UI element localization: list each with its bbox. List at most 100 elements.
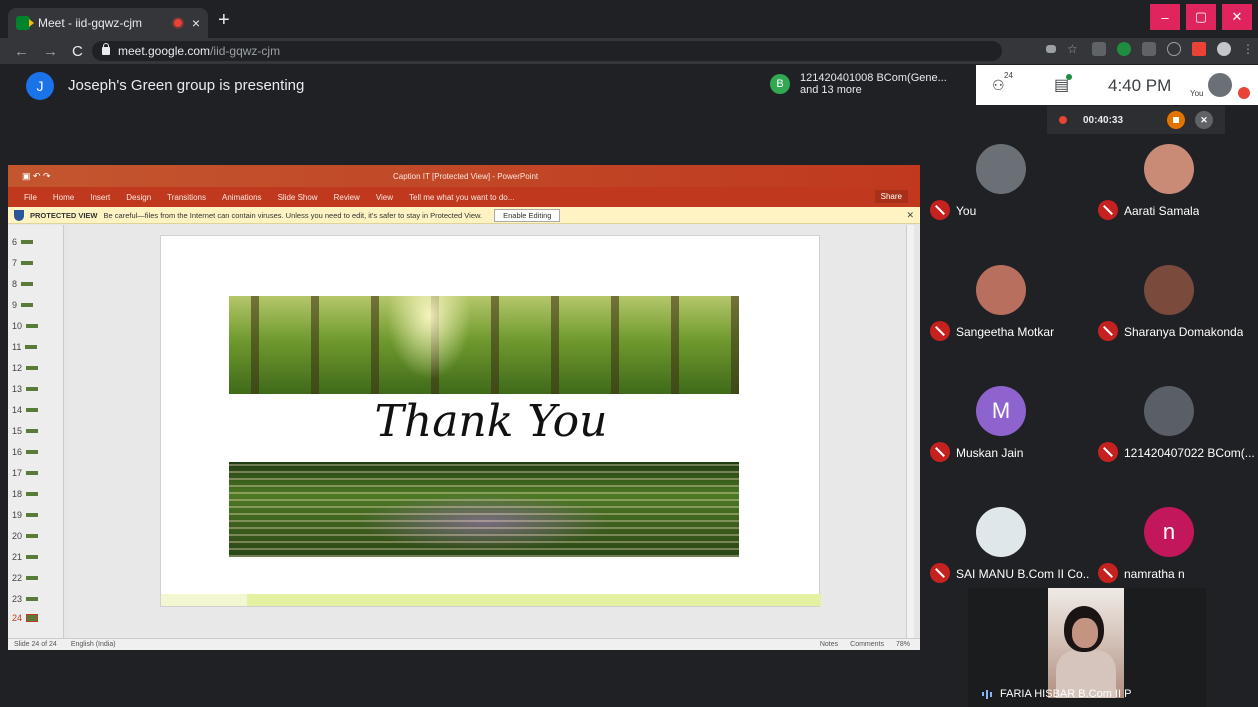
slide-thumb: 17 <box>12 468 39 478</box>
slide-footer-bar <box>161 594 821 606</box>
participant-avatar <box>1144 144 1194 194</box>
mic-off-icon <box>930 442 950 462</box>
enable-editing-button: Enable Editing <box>494 208 561 222</box>
participant-name: SAI MANU B.Com II Co... <box>956 567 1090 581</box>
puzzle-icon[interactable] <box>1192 42 1206 56</box>
protected-view-bar: PROTECTED VIEW Be careful—files from the… <box>8 207 920 224</box>
ribbon-tab-transitions: Transitions <box>167 192 206 202</box>
extension-icon[interactable] <box>1092 42 1106 56</box>
status-slide-count: Slide 24 of 24 <box>14 641 57 648</box>
notification-line1: 121420401008 BCom(Gene... <box>800 72 947 84</box>
recording-indicator-icon <box>173 19 182 27</box>
speaking-participant-tile[interactable]: FARIA HISBAR B.Com II P <box>968 588 1206 707</box>
presenting-banner: Joseph's Green group is presenting <box>68 77 305 94</box>
maximize-button[interactable]: ▢ <box>1186 4 1216 30</box>
participant-name: namratha n <box>1124 567 1185 581</box>
mic-off-icon <box>1238 87 1250 99</box>
protected-view-label: PROTECTED VIEW <box>30 210 98 220</box>
people-count: 24 <box>1004 71 1013 80</box>
slide-thumb: 19 <box>12 510 39 520</box>
ppt-ribbon: File Home Insert Design Transitions Anim… <box>8 187 920 207</box>
participant-avatar: n <box>1144 507 1194 557</box>
speaking-participant-label: FARIA HISBAR B.Com II P <box>982 688 1131 700</box>
menu-icon[interactable]: ⋮ <box>1242 42 1254 56</box>
back-button[interactable]: ← <box>14 43 29 60</box>
participant-avatar <box>976 265 1026 315</box>
check-icon[interactable] <box>1167 42 1181 56</box>
shared-powerpoint-window: ▣ ↶ ↷ Caption IT [Protected View] - Powe… <box>8 165 920 650</box>
minimize-button[interactable]: – <box>1150 4 1180 30</box>
browser-tab-meet[interactable]: Meet - iid-gqwz-cjm × <box>8 8 208 38</box>
participant-video <box>1048 588 1124 698</box>
ribbon-tell-me: Tell me what you want to do... <box>409 192 515 202</box>
reload-button[interactable]: C <box>72 43 83 60</box>
slide-thumb: 15 <box>12 426 39 436</box>
url-path: /iid-gqwz-cjm <box>210 44 281 58</box>
grammarly-icon[interactable] <box>1117 42 1131 56</box>
protected-view-message: Be careful—files from the Internet can c… <box>103 210 483 220</box>
ribbon-tab-file: File <box>24 192 37 202</box>
participant-tile[interactable]: 121420407022 BCom(... <box>1092 380 1258 498</box>
slide-thumb-active: 24 <box>12 613 39 623</box>
recording-timer-box: 00:40:33 ✕ <box>1047 106 1225 134</box>
profile-avatar[interactable] <box>1217 42 1231 56</box>
participant-tile[interactable]: M Muskan Jain <box>924 380 1092 498</box>
participant-avatar <box>976 507 1026 557</box>
join-notification[interactable]: B 121420401008 BCom(Gene... and 13 more <box>762 65 974 103</box>
lock-icon <box>102 43 110 55</box>
ribbon-tab-animations: Animations <box>221 192 262 202</box>
ribbon-tab-review: Review <box>333 192 360 202</box>
tab-close-icon[interactable]: × <box>192 15 200 31</box>
ribbon-tab-design: Design <box>126 192 152 202</box>
star-icon[interactable]: ☆ <box>1067 42 1081 56</box>
meet-top-bar: ⚇ 24 ▤ 4:40 PM You <box>976 65 1258 105</box>
ribbon-tab-slideshow: Slide Show <box>277 192 318 202</box>
forward-button[interactable]: → <box>43 43 58 60</box>
slide-thumb: 22 <box>12 573 39 583</box>
clock-time: 4:40 PM <box>1108 76 1172 95</box>
stop-recording-button[interactable] <box>1167 111 1185 129</box>
slide-thumb: 20 <box>12 531 39 541</box>
self-avatar[interactable] <box>1208 73 1232 97</box>
status-comments: Comments <box>850 641 884 648</box>
status-notes: Notes <box>819 641 839 648</box>
slide-thank-you-text: Thank You <box>374 396 608 447</box>
slide-thumb: 18 <box>12 489 39 499</box>
extension-icon[interactable] <box>1142 42 1156 56</box>
new-tab-button[interactable]: + <box>218 10 230 30</box>
ribbon-tab-home: Home <box>52 192 75 202</box>
status-zoom: 78% <box>895 641 910 648</box>
camera-icon[interactable] <box>1046 45 1056 53</box>
participant-tile[interactable]: Sharanya Domakonda <box>1092 259 1258 377</box>
slide-thumb: 13 <box>12 384 39 394</box>
participant-tile[interactable]: Sangeetha Motkar <box>924 259 1092 377</box>
participant-name: Aarati Samala <box>1124 204 1200 218</box>
slide-thumb: 9 <box>12 300 34 310</box>
you-label: You <box>1190 89 1204 98</box>
ppt-status-bar: Slide 24 of 24 English (India) Notes Com… <box>8 638 920 650</box>
close-window-button[interactable]: ✕ <box>1222 4 1252 30</box>
ribbon-tab-insert: Insert <box>90 192 111 202</box>
current-slide: Thank You <box>160 235 821 607</box>
mic-off-icon <box>1098 321 1118 341</box>
slide-thumbnail-pane: 6 7 8 9 10 11 12 13 14 15 16 17 18 19 20… <box>8 225 64 638</box>
slide-thumb: 21 <box>12 552 39 562</box>
slide-thumb: 16 <box>12 447 39 457</box>
url-bar[interactable]: meet.google.com/iid-gqwz-cjm <box>92 41 1002 61</box>
status-language: English (India) <box>70 641 116 648</box>
ribbon-tab-view: View <box>375 192 394 202</box>
slide-thumb: 8 <box>12 279 34 289</box>
notification-avatar: B <box>770 74 790 94</box>
recording-dot-icon <box>1059 116 1067 124</box>
participant-name: Sangeetha Motkar <box>956 325 1055 339</box>
people-icon[interactable]: ⚇ 24 <box>992 71 1013 94</box>
mute-audio-button[interactable]: ✕ <box>1195 111 1213 129</box>
mic-off-icon <box>1098 563 1118 583</box>
participant-tile[interactable]: You <box>924 138 1092 256</box>
participant-tile[interactable]: Aarati Samala <box>1092 138 1258 256</box>
extension-icons: ☆ ⋮ <box>1046 42 1254 56</box>
participant-avatar <box>1144 265 1194 315</box>
slide-scrollbar <box>906 225 914 638</box>
chat-icon[interactable]: ▤ <box>1054 74 1073 95</box>
slide-editor-area: Thank You <box>68 225 914 638</box>
